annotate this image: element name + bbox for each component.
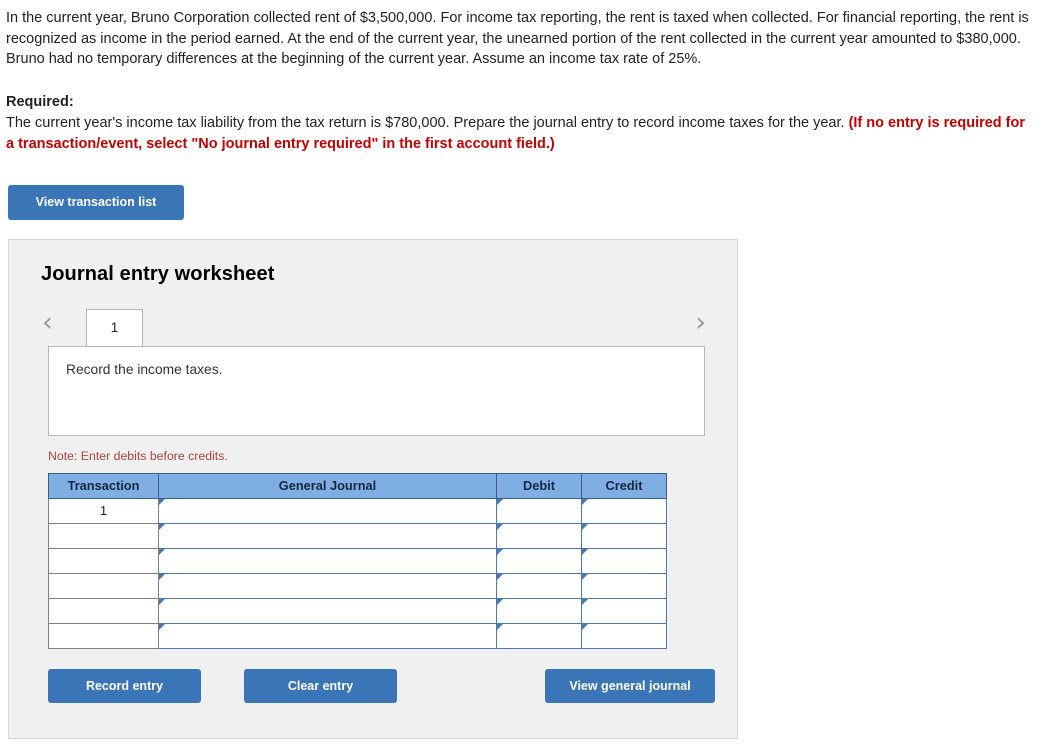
column-header-debit: Debit [496, 472, 582, 499]
worksheet-description-box: Record the income taxes. [48, 345, 705, 436]
dropdown-triangle-icon [159, 598, 165, 605]
column-header-general-journal: General Journal [158, 472, 497, 499]
dropdown-triangle-icon [582, 548, 588, 555]
dropdown-triangle-icon [497, 573, 503, 580]
transaction-cell: 1 [48, 497, 159, 524]
general-journal-input[interactable] [158, 622, 497, 649]
required-label: Required: [6, 93, 74, 110]
transaction-cell [48, 547, 159, 574]
dropdown-triangle-icon [497, 498, 503, 505]
transaction-cell [48, 572, 159, 599]
dropdown-triangle-icon [582, 598, 588, 605]
debit-input[interactable] [496, 497, 582, 524]
problem-statement: In the current year, Bruno Corporation c… [0, 0, 1042, 70]
dropdown-triangle-icon [497, 623, 503, 630]
credit-input[interactable] [581, 572, 667, 599]
table-row [48, 622, 667, 649]
table-row [48, 572, 667, 599]
record-entry-button[interactable]: Record entry [48, 668, 201, 703]
dropdown-triangle-icon [582, 623, 588, 630]
table-row [48, 547, 667, 574]
general-journal-input[interactable] [158, 497, 497, 524]
dropdown-triangle-icon [582, 523, 588, 530]
dropdown-triangle-icon [582, 498, 588, 505]
table-row [48, 522, 667, 549]
table-row [48, 597, 667, 624]
debit-input[interactable] [496, 572, 582, 599]
dropdown-triangle-icon [582, 573, 588, 580]
dropdown-triangle-icon [497, 548, 503, 555]
journal-entry-table-body: 1 [48, 497, 667, 649]
journal-entry-worksheet-panel: Journal entry worksheet ‹ 1 › Record the… [8, 238, 738, 739]
required-section: Required: The current year's income tax … [0, 92, 1042, 155]
dropdown-triangle-icon [159, 498, 165, 505]
debit-input[interactable] [496, 622, 582, 649]
dropdown-triangle-icon [159, 548, 165, 555]
worksheet-action-bar: Record entry Clear entry View general jo… [48, 668, 718, 704]
credit-input[interactable] [581, 497, 667, 524]
worksheet-tab-1[interactable]: 1 [86, 308, 143, 346]
dropdown-triangle-icon [159, 573, 165, 580]
general-journal-input[interactable] [158, 597, 497, 624]
problem-text: In the current year, Bruno Corporation c… [6, 10, 1029, 67]
transaction-cell [48, 597, 159, 624]
worksheet-tabstrip: ‹ 1 › [9, 303, 737, 346]
debits-before-credits-note: Note: Enter debits before credits. [48, 448, 228, 463]
credit-input[interactable] [581, 622, 667, 649]
dropdown-triangle-icon [497, 598, 503, 605]
view-transaction-list-button[interactable]: View transaction list [8, 185, 184, 220]
worksheet-description-text: Record the income taxes. [66, 361, 223, 377]
dropdown-triangle-icon [497, 523, 503, 530]
table-header-row: Transaction General Journal Debit Credit [48, 472, 667, 499]
transaction-cell [48, 522, 159, 549]
dropdown-triangle-icon [159, 623, 165, 630]
chevron-right-icon[interactable]: › [695, 309, 706, 336]
general-journal-input[interactable] [158, 547, 497, 574]
credit-input[interactable] [581, 547, 667, 574]
general-journal-input[interactable] [158, 572, 497, 599]
general-journal-input[interactable] [158, 522, 497, 549]
debit-input[interactable] [496, 547, 582, 574]
table-row: 1 [48, 497, 667, 524]
chevron-left-icon[interactable]: ‹ [42, 309, 53, 336]
view-transaction-list-wrap: View transaction list [0, 185, 1042, 220]
column-header-transaction: Transaction [48, 472, 159, 499]
column-header-credit: Credit [581, 472, 667, 499]
journal-entry-table: Transaction General Journal Debit Credit… [48, 472, 667, 649]
dropdown-triangle-icon [159, 523, 165, 530]
debit-input[interactable] [496, 522, 582, 549]
credit-input[interactable] [581, 597, 667, 624]
view-general-journal-button[interactable]: View general journal [545, 668, 715, 703]
required-text: The current year's income tax liability … [6, 115, 845, 131]
worksheet-title: Journal entry worksheet [41, 262, 275, 285]
credit-input[interactable] [581, 522, 667, 549]
transaction-cell [48, 622, 159, 649]
clear-entry-button[interactable]: Clear entry [244, 668, 397, 703]
debit-input[interactable] [496, 597, 582, 624]
